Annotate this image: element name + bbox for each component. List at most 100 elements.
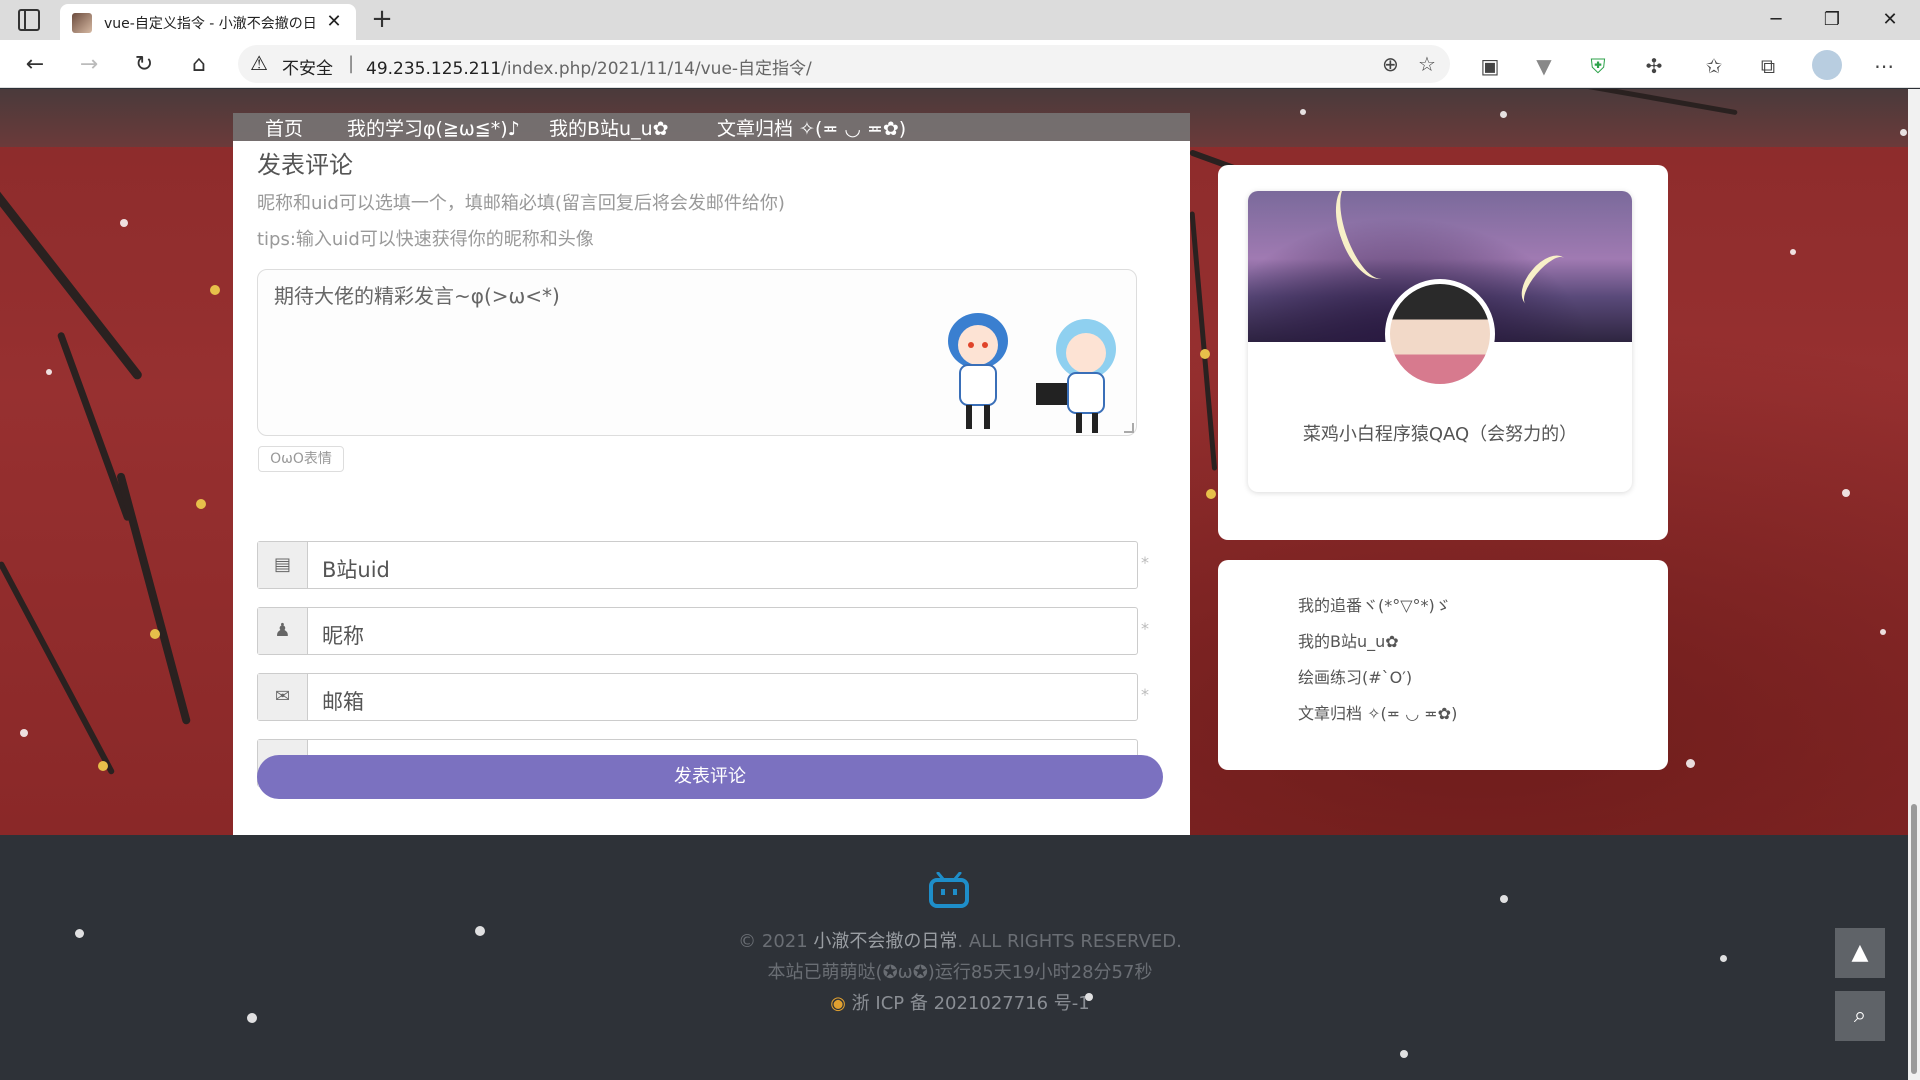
nav-archive[interactable]: 文章归档 ✧(≖ ◡ ≖✿)	[717, 114, 906, 141]
profile-card: 菜鸡小白程序猿QAQ（会努力的）	[1218, 165, 1668, 540]
search-button[interactable]: ⌕	[1835, 991, 1885, 1041]
tab-actions-icon[interactable]	[18, 9, 40, 31]
required-marker: *	[1141, 553, 1149, 572]
required-marker: *	[1141, 619, 1149, 638]
email-input-placeholder: 邮箱	[322, 690, 364, 714]
warning-icon[interactable]: ⚠	[250, 53, 268, 73]
favorites-icon[interactable]: ✩	[1700, 52, 1728, 80]
back-button[interactable]: ←	[18, 48, 52, 82]
nav-bilibili[interactable]: 我的B站u_u✿	[549, 114, 669, 141]
link-drawing[interactable]: 绘画练习(#`O′)	[1298, 664, 1412, 688]
nickname-field[interactable]: ♟ 昵称	[257, 607, 1138, 655]
address-separator: |	[348, 53, 355, 74]
profile-inner-card: 菜鸡小白程序猿QAQ（会努力的）	[1248, 191, 1632, 492]
copyright-prefix: © 2021	[738, 931, 814, 952]
blossom-decoration	[210, 285, 220, 295]
snowflake	[46, 369, 52, 375]
snowflake	[1300, 109, 1306, 115]
more-menu-icon[interactable]: ⋯	[1870, 52, 1898, 80]
minimize-button[interactable]: ─	[1748, 0, 1804, 40]
profile-name: 菜鸡小白程序猿QAQ（会努力的）	[1302, 424, 1578, 445]
blossom-decoration	[98, 761, 108, 771]
snowflake	[1790, 249, 1796, 255]
bilibili-logo-icon[interactable]	[928, 872, 970, 908]
zoom-icon[interactable]: ⊕	[1382, 52, 1399, 76]
footer-icp[interactable]: ◉ 浙 ICP 备 2021027716 号-1	[0, 989, 1920, 1015]
add-favorite-icon[interactable]: ☆	[1418, 52, 1436, 76]
comment-textarea-placeholder: 期待大佬的精彩发言~φ(>ω<*)	[274, 284, 560, 308]
police-badge-icon: ◉	[830, 993, 846, 1014]
browser-tab[interactable]: vue-自定义指令 - 小澈不会撤の日 ✕	[60, 4, 356, 40]
snowflake	[475, 926, 485, 936]
id-card-icon: ▤	[258, 542, 308, 588]
page-scrollbar[interactable]	[1908, 89, 1920, 1080]
snowflake	[75, 929, 84, 938]
maximize-button[interactable]: ❐	[1804, 0, 1860, 40]
submit-comment-button[interactable]: 发表评论	[257, 755, 1163, 799]
nickname-input-placeholder: 昵称	[322, 624, 364, 648]
mascot-illustration	[948, 313, 1116, 433]
nav-home[interactable]: 首页	[265, 114, 303, 141]
required-marker: *	[1141, 685, 1149, 704]
page-viewport: 首页 我的学习φ(≧ω≦*)♪ 我的B站u_u✿ 文章归档 ✧(≖ ◡ ≖✿) …	[0, 89, 1920, 1080]
uid-input-placeholder: B站uid	[322, 558, 390, 582]
forward-button[interactable]: →	[72, 48, 106, 82]
avatar[interactable]	[1385, 279, 1495, 389]
email-field[interactable]: ✉ 邮箱	[257, 673, 1138, 721]
link-anime[interactable]: 我的追番ヾ(*°▽°*)ゞ	[1298, 592, 1451, 616]
snowflake	[1686, 759, 1695, 768]
blossom-decoration	[1200, 349, 1210, 359]
refresh-button[interactable]: ↻	[127, 48, 161, 82]
new-tab-button[interactable]: +	[366, 4, 398, 36]
collections-icon[interactable]: ⧉	[1754, 52, 1782, 80]
blossom-decoration	[196, 499, 206, 509]
link-bilibili[interactable]: 我的B站u_u✿	[1298, 628, 1399, 652]
address-bar-row: ← → ↻ ⌂ ⚠ 不安全 | 49.235.125.211/index.php…	[0, 40, 1920, 88]
scrollbar-thumb[interactable]	[1911, 804, 1917, 1074]
extension-v-icon[interactable]: ▼	[1530, 52, 1558, 80]
snowflake	[120, 219, 128, 227]
home-button[interactable]: ⌂	[182, 48, 216, 82]
url-text[interactable]: 49.235.125.211/index.php/2021/11/14/vue-…	[366, 54, 812, 79]
comment-form-card: 发表评论 昵称和uid可以选填一个，填邮箱必填(留言回复后将会发邮件给你) ti…	[233, 141, 1190, 835]
extension-shield-icon[interactable]: ⛨	[1584, 52, 1612, 80]
blossom-decoration	[150, 629, 160, 639]
emoji-picker-button[interactable]: OωO表情	[258, 446, 344, 472]
banner-moon-decoration	[1512, 247, 1578, 315]
uid-field[interactable]: ▤ B站uid	[257, 541, 1138, 589]
copyright-suffix: . ALL RIGHTS RESERVED.	[957, 931, 1182, 952]
link-archive[interactable]: 文章归档 ✧(≖ ◡ ≖✿)	[1298, 700, 1457, 724]
user-icon: ♟	[258, 608, 308, 654]
snowflake	[1842, 489, 1850, 497]
address-bar[interactable]: ⚠ 不安全 | 49.235.125.211/index.php/2021/11…	[238, 45, 1450, 83]
banner-moon-decoration	[1324, 191, 1406, 287]
comment-form-title: 发表评论	[257, 151, 353, 179]
comment-hint-2: tips:输入uid可以快速获得你的昵称和头像	[257, 229, 594, 250]
snowflake	[1880, 629, 1886, 635]
footer-copyright: © 2021 小澈不会撤の日常. ALL RIGHTS RESERVED.	[0, 927, 1920, 953]
back-to-top-button[interactable]: ▲	[1835, 928, 1885, 978]
extension-video-icon[interactable]: ▣	[1476, 52, 1504, 80]
snowflake	[1500, 895, 1508, 903]
security-label[interactable]: 不安全	[282, 54, 333, 79]
footer: © 2021 小澈不会撤の日常. ALL RIGHTS RESERVED. 本站…	[0, 835, 1920, 1080]
snowflake	[1720, 955, 1727, 962]
site-name-link[interactable]: 小澈不会撤の日常	[813, 931, 957, 952]
tab-close-icon[interactable]: ✕	[322, 10, 346, 34]
snowflake	[1900, 129, 1907, 136]
footer-uptime: 本站已萌萌哒(✪ω✪)运行85天19小时28分57秒	[767, 962, 1153, 983]
envelope-icon: ✉	[258, 674, 308, 720]
snowflake	[1400, 1050, 1408, 1058]
profile-avatar-icon[interactable]	[1812, 50, 1842, 80]
close-window-button[interactable]: ✕	[1862, 0, 1918, 40]
textarea-resize-handle[interactable]	[1124, 423, 1134, 433]
snowflake	[247, 1013, 257, 1023]
tab-title: vue-自定义指令 - 小澈不会撤の日	[104, 16, 317, 32]
url-host: 49.235.125.211	[366, 59, 502, 79]
comment-textarea[interactable]: 期待大佬的精彩发言~φ(>ω<*)	[257, 269, 1137, 436]
links-card: 我的追番ヾ(*°▽°*)ゞ 我的B站u_u✿ 绘画练习(#`O′) 文章归档 ✧…	[1218, 560, 1668, 770]
extensions-puzzle-icon[interactable]: ✣	[1640, 52, 1668, 80]
site-nav: 首页 我的学习φ(≧ω≦*)♪ 我的B站u_u✿ 文章归档 ✧(≖ ◡ ≖✿)	[233, 113, 1190, 141]
comment-hint-1: 昵称和uid可以选填一个，填邮箱必填(留言回复后将会发邮件给你)	[257, 193, 785, 214]
nav-study[interactable]: 我的学习φ(≧ω≦*)♪	[347, 114, 520, 141]
